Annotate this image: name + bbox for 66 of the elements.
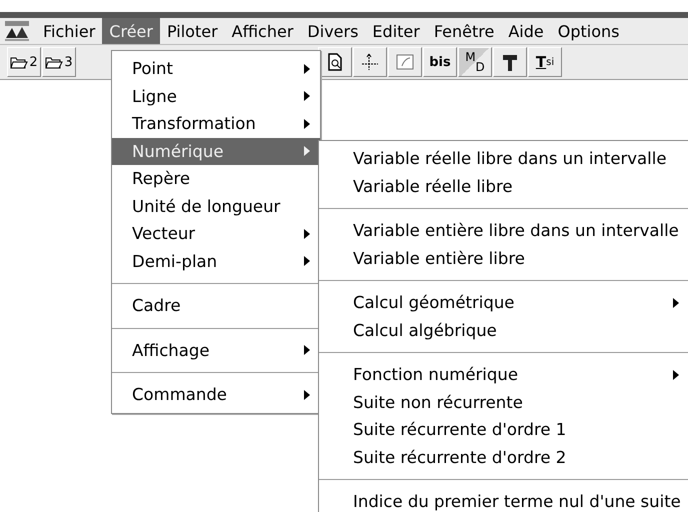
menu-item[interactable]: Variable réelle libre dans un intervalle	[319, 145, 688, 172]
menu-item-label: Vecteur	[132, 224, 196, 244]
menu-item-label: Numérique	[132, 142, 224, 161]
axes-icon	[360, 52, 380, 72]
menu-item-label: Point	[132, 59, 173, 78]
menu-title[interactable]: Créer	[102, 18, 160, 44]
menu-title[interactable]: Editer	[365, 18, 427, 44]
menu-item[interactable]: Commande	[112, 381, 320, 408]
bis-button[interactable]: bis	[423, 47, 457, 77]
menu-item[interactable]: Demi-plan	[112, 248, 320, 275]
menu-title[interactable]: Afficher	[224, 18, 300, 44]
menu-item[interactable]: Affichage	[112, 336, 320, 364]
menu-item-label: Calcul algébrique	[353, 320, 497, 340]
frame-icon	[396, 54, 414, 70]
menu-title[interactable]: Fenêtre	[426, 18, 502, 44]
fraction-button[interactable]: M D	[458, 47, 492, 77]
folder-icon	[45, 55, 64, 69]
menu-item[interactable]: Suite récurrente d'ordre 2	[319, 444, 688, 471]
menu-item[interactable]: Variable entière libre dans un intervalle	[319, 217, 688, 244]
menu-item-label: Repère	[132, 169, 190, 188]
menu-item[interactable]: Calcul algébrique	[319, 316, 688, 344]
menu-item-label: Unité de longueur	[132, 196, 280, 216]
menu-item[interactable]: Repère	[112, 165, 320, 192]
magnifier-page-icon	[327, 53, 343, 71]
open-folder-button[interactable]: 2	[7, 47, 41, 77]
menu-title[interactable]: Aide	[501, 18, 551, 44]
preview-button[interactable]	[318, 47, 352, 77]
menu-item[interactable]: Numérique	[112, 138, 320, 165]
menu-item[interactable]: Point	[112, 55, 320, 82]
menu-item-label: Variable entière libre	[353, 248, 525, 268]
menu-item[interactable]: Transformation	[112, 110, 320, 138]
menu-item[interactable]: Cadre	[112, 292, 320, 320]
menu-item-label: Demi-plan	[132, 252, 218, 271]
menu-item[interactable]: Suite récurrente d'ordre 1	[319, 416, 688, 444]
menu-item-label: Affichage	[132, 340, 210, 360]
menu-item-label: Commande	[132, 385, 227, 404]
folder-icon	[10, 55, 28, 69]
menu-item-label: Variable entière libre dans un intervalle	[353, 221, 679, 240]
menu-title[interactable]: Fichier	[36, 18, 102, 44]
menu-title[interactable]: Piloter	[160, 18, 225, 44]
menu-item[interactable]: Unité de longueur	[112, 192, 320, 220]
menu-item-label: Cadre	[132, 296, 181, 316]
menu-item[interactable]: Vecteur	[112, 220, 320, 248]
menu-item-label: Ligne	[132, 86, 177, 106]
axes-button[interactable]	[353, 47, 387, 77]
menu-item[interactable]: Suite non récurrente	[319, 388, 688, 416]
menu-item[interactable]: Variable réelle libre	[319, 172, 688, 200]
menu-item-label: Transformation	[132, 114, 256, 134]
app-logo-icon	[4, 20, 30, 42]
menu-item[interactable]: Fonction numérique	[319, 361, 688, 388]
menu-item-label: Variable réelle libre	[353, 176, 513, 196]
open-folder-button[interactable]: 3	[42, 47, 76, 77]
menu-title[interactable]: Divers	[300, 18, 366, 44]
menu-item-label: Indice du premier terme nul d'une suite	[353, 492, 681, 512]
menu-item-label: Suite non récurrente	[353, 392, 523, 412]
menu-item[interactable]: Variable entière libre	[319, 244, 688, 272]
menu-item[interactable]: Ligne	[112, 82, 320, 110]
menu-item-label: Fonction numérique	[353, 365, 518, 384]
menu-item-label: Suite récurrente d'ordre 2	[353, 448, 566, 467]
menu-item-label: Calcul géométrique	[353, 293, 514, 312]
menu-title[interactable]: Options	[550, 18, 626, 44]
menu-item-label: Suite récurrente d'ordre 1	[353, 420, 566, 440]
frame-button[interactable]	[388, 47, 422, 77]
menu-item[interactable]: Indice du premier terme nul d'une suite	[319, 488, 688, 512]
menu-item[interactable]: Calcul géométrique	[319, 289, 688, 316]
menu-item-label: Variable réelle libre dans un intervalle	[353, 149, 666, 168]
